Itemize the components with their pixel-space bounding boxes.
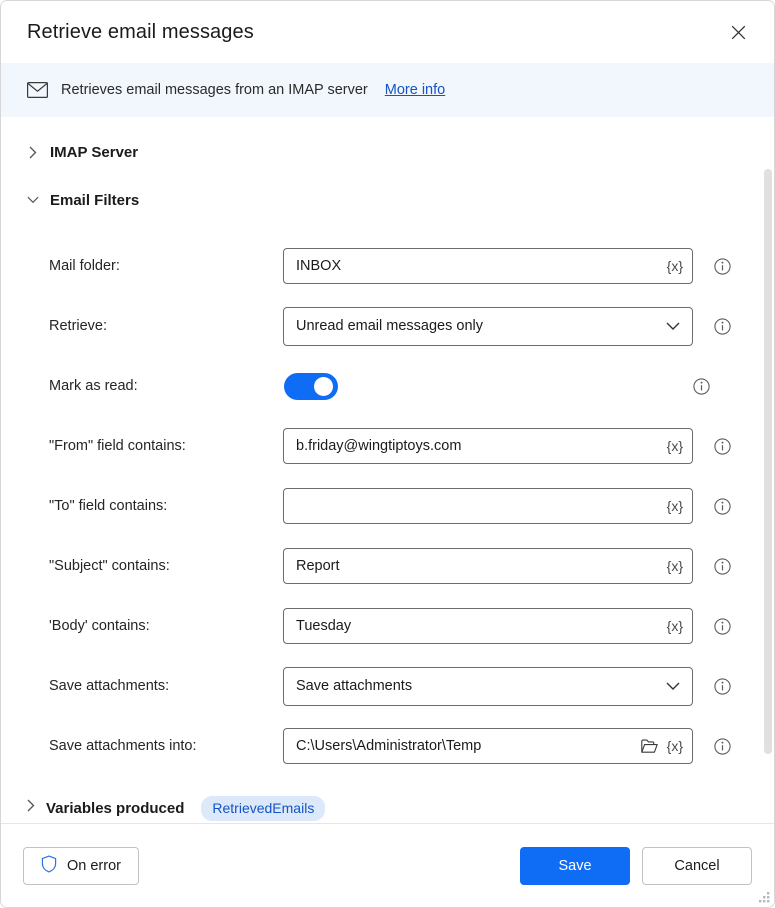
more-info-link[interactable]: More info [385, 82, 445, 98]
cancel-button[interactable]: Cancel [642, 847, 752, 885]
label-body-contains: 'Body' contains: [49, 618, 283, 634]
description-banner: Retrieves email messages from an IMAP se… [1, 63, 774, 117]
variables-produced-label: Variables produced [46, 800, 184, 817]
subject-contains-value: Report [296, 558, 661, 574]
label-mail-folder: Mail folder: [49, 258, 283, 274]
save-attachments-dropdown[interactable]: Save attachments [283, 667, 693, 706]
save-attachments-into-value: C:\Users\Administrator\Temp [296, 738, 638, 754]
variables-produced-section[interactable]: Variables produced RetrievedEmails [1, 786, 774, 823]
from-contains-input[interactable]: b.friday@wingtiptoys.com {x} [283, 428, 693, 464]
info-icon-to-contains[interactable] [714, 498, 731, 515]
folder-open-icon[interactable] [638, 739, 661, 754]
section-email-filters-title: Email Filters [50, 192, 139, 209]
label-save-attachments: Save attachments: [49, 678, 283, 694]
chevron-down-icon [27, 196, 39, 204]
banner-description: Retrieves email messages from an IMAP se… [61, 82, 368, 98]
dialog-footer: On error Save Cancel [1, 823, 774, 907]
info-icon-mail-folder[interactable] [714, 258, 731, 275]
row-to-contains: "To" field contains: {x} [1, 476, 774, 536]
label-to-contains: "To" field contains: [49, 498, 283, 514]
dialog-body: IMAP Server Email Filters Mail folder: I… [1, 117, 774, 823]
variable-button[interactable]: {x} [661, 619, 686, 633]
variable-button[interactable]: {x} [661, 739, 686, 753]
retrieve-email-messages-dialog: Retrieve email messages Retrieves email … [0, 0, 775, 908]
section-imap-server-title: IMAP Server [50, 144, 138, 161]
info-icon-from-contains[interactable] [714, 438, 731, 455]
envelope-icon [27, 82, 48, 98]
row-body-contains: 'Body' contains: Tuesday {x} [1, 596, 774, 656]
save-attachments-value: Save attachments [296, 678, 660, 694]
info-icon-save-attachments-into[interactable] [714, 738, 731, 755]
variable-button[interactable]: {x} [661, 559, 686, 573]
info-icon-mark-as-read[interactable] [693, 378, 710, 395]
variable-button[interactable]: {x} [661, 499, 686, 513]
from-contains-value: b.friday@wingtiptoys.com [296, 438, 661, 454]
toggle-knob [314, 377, 333, 396]
body-contains-input[interactable]: Tuesday {x} [283, 608, 693, 644]
section-imap-server[interactable]: IMAP Server [1, 130, 774, 174]
to-contains-input[interactable]: {x} [283, 488, 693, 524]
save-attachments-into-input[interactable]: C:\Users\Administrator\Temp {x} [283, 728, 693, 764]
row-save-attachments: Save attachments: Save attachments [1, 656, 774, 716]
info-icon-subject-contains[interactable] [714, 558, 731, 575]
on-error-button[interactable]: On error [23, 847, 139, 885]
label-save-attachments-into: Save attachments into: [49, 738, 283, 754]
row-save-attachments-into: Save attachments into: C:\Users\Administ… [1, 716, 774, 776]
info-icon-retrieve[interactable] [714, 318, 731, 335]
chevron-right-icon [27, 799, 35, 817]
label-from-contains: "From" field contains: [49, 438, 283, 454]
vertical-scrollbar[interactable] [761, 117, 774, 823]
row-retrieve: Retrieve: Unread email messages only [1, 296, 774, 356]
info-icon-save-attachments[interactable] [714, 678, 731, 695]
dialog-title: Retrieve email messages [27, 21, 720, 44]
scrollbar-thumb[interactable] [764, 169, 772, 754]
row-from-contains: "From" field contains: b.friday@wingtipt… [1, 416, 774, 476]
mail-folder-input[interactable]: INBOX {x} [283, 248, 693, 284]
shield-icon [41, 855, 57, 877]
close-icon [731, 25, 746, 40]
mail-folder-value: INBOX [296, 258, 661, 274]
mark-as-read-toggle[interactable] [284, 373, 338, 400]
info-icon-body-contains[interactable] [714, 618, 731, 635]
variable-pill-retrievedemails[interactable]: RetrievedEmails [201, 796, 325, 821]
chevron-down-icon[interactable] [660, 322, 686, 331]
chevron-right-icon [27, 146, 39, 159]
label-retrieve: Retrieve: [49, 318, 283, 334]
close-button[interactable] [720, 16, 756, 48]
row-mark-as-read: Mark as read: [1, 356, 774, 416]
section-email-filters[interactable]: Email Filters [1, 178, 774, 222]
label-subject-contains: "Subject" contains: [49, 558, 283, 574]
row-mail-folder: Mail folder: INBOX {x} [1, 236, 774, 296]
save-button[interactable]: Save [520, 847, 630, 885]
email-filters-form: Mail folder: INBOX {x} [1, 222, 774, 776]
chevron-down-icon[interactable] [660, 682, 686, 691]
label-mark-as-read: Mark as read: [49, 378, 283, 394]
body-contains-value: Tuesday [296, 618, 661, 634]
retrieve-value: Unread email messages only [296, 318, 660, 334]
subject-contains-input[interactable]: Report {x} [283, 548, 693, 584]
on-error-label: On error [67, 858, 121, 874]
dialog-titlebar: Retrieve email messages [1, 1, 774, 63]
row-subject-contains: "Subject" contains: Report {x} [1, 536, 774, 596]
variable-button[interactable]: {x} [661, 259, 686, 273]
variable-button[interactable]: {x} [661, 439, 686, 453]
retrieve-dropdown[interactable]: Unread email messages only [283, 307, 693, 346]
